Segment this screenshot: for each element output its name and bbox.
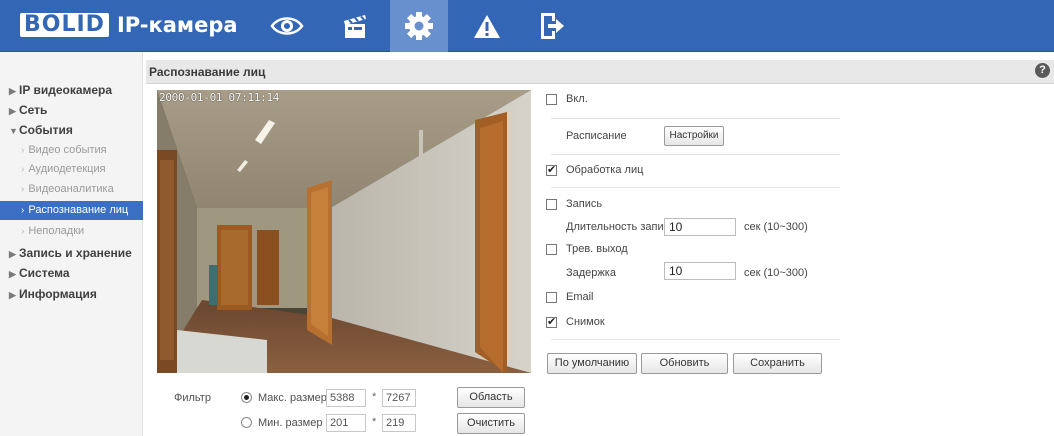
help-icon[interactable]: ? [1035, 63, 1050, 78]
chevron-right-icon: › [21, 164, 25, 175]
nav-alarm[interactable] [458, 0, 516, 52]
delay-label: Задержка [566, 267, 616, 279]
record-label: Запись [566, 198, 603, 210]
record-checkbox[interactable] [546, 199, 557, 210]
app-title: IP-камера [116, 13, 238, 37]
sidebar-subitem-audio-detection[interactable]: › Аудиодетекция [0, 160, 143, 179]
default-button[interactable]: По умолчанию [547, 353, 637, 374]
sidebar-subitem-face-recognition[interactable]: › Распознавание лиц [0, 201, 143, 220]
chevron-right-icon: › [21, 145, 25, 156]
min-size-radio[interactable] [241, 417, 252, 428]
logout-icon [541, 13, 564, 39]
expand-arrow-icon: ▶ [9, 290, 16, 300]
alarm-out-label: Трев. выход [566, 243, 628, 255]
face-processing-label: Обработка лиц [566, 164, 644, 176]
snapshot-label: Снимок [566, 316, 605, 328]
expand-arrow-icon: ▶ [9, 269, 16, 279]
max-width-input[interactable]: 5388 [326, 389, 366, 407]
collapse-arrow-icon: ▼ [9, 126, 18, 136]
settings-panel: Вкл. Расписание Настройки Обработка лиц … [540, 88, 840, 388]
sidebar-subitem-video-events[interactable]: › Видео события [0, 141, 143, 160]
chevron-right-icon: › [21, 226, 25, 237]
filter-label: Фильтр [174, 392, 211, 404]
record-duration-input[interactable]: 10 [664, 218, 736, 236]
save-button[interactable]: Сохранить [733, 353, 822, 374]
max-size-separator: * [372, 391, 377, 403]
min-size-label: Мин. размер [258, 417, 323, 429]
alarm-out-checkbox[interactable] [546, 244, 557, 255]
nav-live-view[interactable] [258, 0, 316, 52]
nav-settings[interactable] [390, 0, 448, 52]
sidebar-item-system[interactable]: ▶ Система [0, 263, 143, 283]
enable-label: Вкл. [566, 93, 588, 105]
expand-arrow-icon: ▶ [9, 249, 16, 259]
nav-logout[interactable] [523, 0, 581, 52]
area-button[interactable]: Область [457, 387, 525, 408]
logo: BOLID IP-камера [20, 12, 238, 38]
max-size-label: Макс. размер [258, 392, 327, 404]
warning-icon [474, 15, 500, 38]
clear-button[interactable]: Очистить [457, 413, 525, 434]
divider [551, 154, 840, 155]
schedule-settings-button[interactable]: Настройки [664, 126, 724, 146]
filter-area: Фильтр Макс. размер 5388 * 7267 Мин. раз… [146, 380, 536, 436]
sidebar-item-network[interactable]: ▶ Сеть [0, 100, 143, 120]
delay-input[interactable]: 10 [664, 262, 736, 280]
sidebar-subitem-faults[interactable]: › Неполадки [0, 222, 143, 241]
min-width-input[interactable]: 201 [326, 414, 366, 432]
sidebar-item-storage[interactable]: ▶ Запись и хранение [0, 243, 143, 263]
sidebar-item-ip-camera[interactable]: ▶ IP видеокамера [0, 80, 143, 100]
min-height-input[interactable]: 219 [382, 414, 416, 432]
email-checkbox[interactable] [546, 292, 557, 303]
delay-unit: сек (10~300) [744, 267, 808, 279]
page-title: Распознавание лиц [149, 65, 266, 79]
sidebar-item-events[interactable]: ▼События [0, 120, 143, 140]
divider [551, 187, 840, 188]
schedule-label: Расписание [566, 130, 627, 142]
max-size-radio[interactable] [241, 392, 252, 403]
video-preview[interactable]: 2000-01-01 07:11:14 [157, 90, 531, 373]
record-duration-label: Длительность записи [566, 221, 676, 233]
snapshot-checkbox[interactable] [546, 315, 557, 329]
chevron-right-icon: › [21, 184, 25, 195]
sidebar-subitem-video-analytics[interactable]: › Видеоаналитика [0, 180, 143, 199]
divider [551, 339, 840, 340]
chevron-right-icon: › [21, 205, 25, 216]
divider [551, 118, 840, 119]
sidebar: ▶ IP видеокамера ▶ Сеть ▼События › Видео со… [0, 52, 143, 436]
clapperboard-icon [344, 15, 366, 38]
email-label: Email [566, 291, 594, 303]
face-processing-checkbox[interactable] [546, 163, 557, 177]
nav-playback[interactable] [326, 0, 384, 52]
record-duration-unit: сек (10~300) [744, 221, 808, 233]
eye-icon [270, 17, 304, 35]
camera-image [157, 90, 531, 373]
enable-checkbox[interactable] [546, 94, 557, 105]
top-bar: BOLID IP-камера [0, 0, 1054, 52]
expand-arrow-icon: ▶ [9, 106, 16, 116]
gear-icon [405, 12, 433, 40]
expand-arrow-icon: ▶ [9, 86, 16, 96]
video-timestamp: 2000-01-01 07:11:14 [159, 91, 280, 104]
min-size-separator: * [372, 416, 377, 428]
page-title-bar: Распознавание лиц ? [146, 60, 1054, 84]
sidebar-item-info[interactable]: ▶ Информация [0, 284, 143, 304]
brand-logo: BOLID [20, 13, 109, 37]
max-height-input[interactable]: 7267 [382, 389, 416, 407]
refresh-button[interactable]: Обновить [641, 353, 728, 374]
